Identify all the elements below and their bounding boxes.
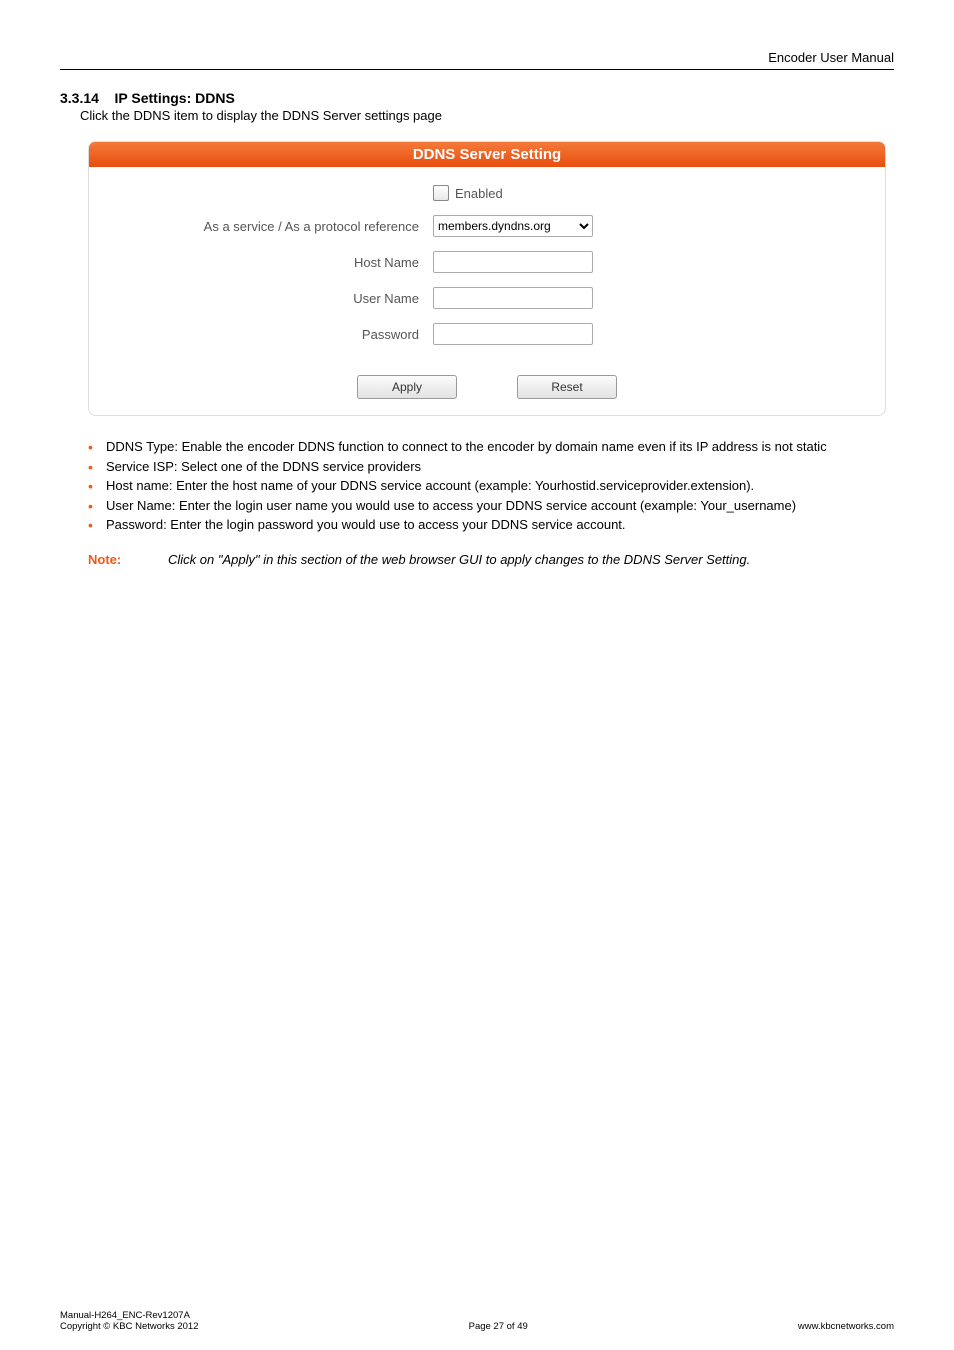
description-list: DDNS Type: Enable the encoder DDNS funct… bbox=[88, 438, 894, 534]
ddns-settings-panel: DDNS Server Setting Enabled As a service… bbox=[88, 141, 886, 416]
bullet-service-isp: Service ISP: Select one of the DDNS serv… bbox=[88, 458, 894, 476]
enabled-checkbox[interactable] bbox=[433, 185, 449, 201]
section-subtitle: Click the DDNS item to display the DDNS … bbox=[80, 108, 894, 123]
note-text: Click on "Apply" in this section of the … bbox=[168, 552, 894, 567]
apply-button[interactable]: Apply bbox=[357, 375, 457, 399]
header-title: Encoder User Manual bbox=[768, 50, 894, 65]
enabled-row: Enabled bbox=[129, 185, 845, 201]
footer-right: www.kbcnetworks.com bbox=[798, 1310, 894, 1332]
password-label: Password bbox=[129, 327, 433, 342]
username-label: User Name bbox=[129, 291, 433, 306]
password-input[interactable] bbox=[433, 323, 593, 345]
section-title-text: IP Settings: DDNS bbox=[115, 90, 235, 106]
service-row: As a service / As a protocol reference m… bbox=[129, 215, 845, 237]
section-number: 3.3.14 bbox=[60, 90, 99, 106]
service-select[interactable]: members.dyndns.org bbox=[433, 215, 593, 237]
note-label: Note: bbox=[88, 552, 168, 567]
bullet-ddns-type: DDNS Type: Enable the encoder DDNS funct… bbox=[88, 438, 894, 456]
panel-body: Enabled As a service / As a protocol ref… bbox=[89, 167, 885, 365]
username-row: User Name bbox=[129, 287, 845, 309]
footer-manual-id: Manual-H264_ENC-Rev1207A bbox=[60, 1310, 190, 1321]
section-heading: 3.3.14 IP Settings: DDNS bbox=[60, 90, 894, 106]
bullet-user-name: User Name: Enter the login user name you… bbox=[88, 497, 894, 515]
hostname-label: Host Name bbox=[129, 255, 433, 270]
enabled-label: Enabled bbox=[455, 186, 503, 201]
service-label: As a service / As a protocol reference bbox=[129, 219, 433, 234]
panel-title: DDNS Server Setting bbox=[89, 142, 885, 167]
footer-center: Page 27 of 49 bbox=[469, 1310, 528, 1332]
reset-button[interactable]: Reset bbox=[517, 375, 617, 399]
footer-left: Manual-H264_ENC-Rev1207A Copyright © KBC… bbox=[60, 1310, 198, 1332]
password-row: Password bbox=[129, 323, 845, 345]
note-row: Note: Click on "Apply" in this section o… bbox=[88, 552, 894, 567]
bullet-host-name: Host name: Enter the host name of your D… bbox=[88, 477, 894, 495]
footer-copyright: Copyright © KBC Networks 2012 bbox=[60, 1321, 198, 1332]
hostname-input[interactable] bbox=[433, 251, 593, 273]
username-input[interactable] bbox=[433, 287, 593, 309]
bullet-password: Password: Enter the login password you w… bbox=[88, 516, 894, 534]
page-footer: Manual-H264_ENC-Rev1207A Copyright © KBC… bbox=[0, 1310, 954, 1332]
button-bar: Apply Reset bbox=[89, 375, 885, 399]
hostname-row: Host Name bbox=[129, 251, 845, 273]
page-header: Encoder User Manual bbox=[60, 50, 894, 70]
